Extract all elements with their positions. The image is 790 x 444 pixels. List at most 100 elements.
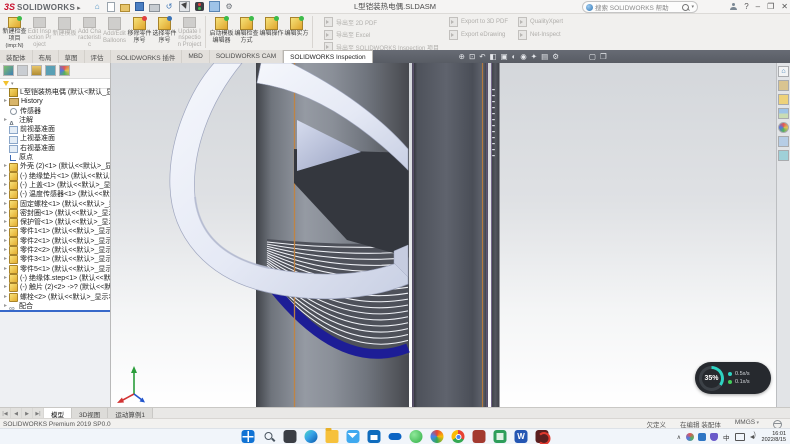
menu-flyout-arrow-icon[interactable]: ▸ [77,4,81,12]
qat-button-icon[interactable] [120,4,130,12]
tray-icon[interactable] [686,433,694,441]
search-icon[interactable] [682,4,689,11]
tree-item[interactable]: 外壳 (2)<1> (默认<<默认>_显示状态 [0,162,110,171]
taskbar-app-icon[interactable] [515,430,528,443]
export-menu-item[interactable]: Net-Inspect [518,30,563,40]
search-box[interactable]: 搜索 SOLIDWORKS 帮助 ▾ [582,1,698,13]
expand-arrow-icon[interactable] [2,200,9,209]
export-menu-item[interactable]: QualityXpert [518,17,563,27]
tree-item[interactable]: (-) 绝缘体.step<1> (默认<<默认>_显 [0,274,110,283]
ribbon-button[interactable]: 启动模板编辑器 [209,15,234,49]
export-menu-item[interactable]: 导出至 Excel [324,30,439,40]
graphics-viewport[interactable]: 35% 0.5x/s 0.1x/s [111,63,777,407]
tree-item[interactable]: 密封圈<1> (默认<<默认>_显示状态 [0,209,110,218]
restore-button[interactable]: ❐ [767,2,774,11]
headsup-icon[interactable]: ⚙ [552,50,559,63]
ribbon-tab[interactable]: MBD [182,50,209,63]
ribbon-button[interactable]: Add Characteristic [77,15,102,49]
expand-arrow-icon[interactable] [2,293,9,302]
headsup-icon[interactable]: ❐ [600,50,607,63]
qat-button-icon[interactable] [93,2,102,11]
taskbar-app-icon[interactable] [263,430,276,443]
headsup-icon[interactable]: ▤ [541,50,548,63]
tree-item[interactable]: History [0,97,110,106]
headsup-icon[interactable]: ◉ [520,50,527,63]
headsup-icon[interactable]: ◐ [512,50,517,63]
taskbar-app-icon[interactable] [452,430,465,443]
panel-tab-icon[interactable] [45,65,56,76]
tree-item[interactable]: 上视基准面 [0,134,110,143]
taskbar-app-icon[interactable] [242,430,255,443]
expand-arrow-icon[interactable] [2,116,9,125]
tree-item[interactable]: 零件3<1> (默认<<默认>_显示状态 [0,255,110,264]
ribbon-tab[interactable]: 装配体 [0,50,33,63]
expand-arrow-icon[interactable] [2,283,9,292]
expand-arrow-icon[interactable] [2,162,9,171]
ribbon-button[interactable]: Add/Edit Balloons [102,15,127,49]
qat-button-icon[interactable] [135,2,144,11]
login-user-icon[interactable] [730,3,737,10]
taskbar-app-icon[interactable] [431,430,444,443]
ribbon-button[interactable]: 编辑实方 [284,15,309,49]
qat-button-icon[interactable] [149,4,160,12]
expand-arrow-icon[interactable] [2,237,9,246]
expand-arrow-icon[interactable] [2,190,9,199]
task-pane-icon[interactable] [778,122,789,133]
ribbon-button[interactable]: 编辑检查方式 [234,15,259,49]
expand-arrow-icon[interactable] [2,265,9,274]
help-button[interactable]: ? [744,2,748,11]
headsup-icon[interactable]: ✦ [531,50,537,63]
ribbon-button[interactable]: 新建检查项目 (imp:N) [2,15,27,49]
ribbon-button[interactable]: 选择零件序号 [152,15,177,49]
task-pane-icon[interactable] [778,80,789,91]
ribbon-tab[interactable]: 评估 [85,50,111,63]
expand-arrow-icon[interactable] [2,255,9,264]
tree-item[interactable]: 螺栓<2> (默认<<默认>_显示状态 [0,293,110,302]
taskbar-app-icon[interactable] [305,430,318,443]
tree-item[interactable]: 前视基准面 [0,125,110,134]
qat-button-icon[interactable] [209,1,220,12]
tree-item[interactable]: 传感器 [0,107,110,116]
tray-icon[interactable] [710,433,718,441]
tree-item[interactable]: (-) 温度传感器<1> (默认<<默认>_显 [0,190,110,199]
tree-item[interactable]: (-) 上盖<1> (默认<<默认>_显示状态 [0,181,110,190]
headsup-icon[interactable]: ⊕ [459,50,465,63]
task-pane-icon[interactable] [778,94,789,105]
expand-arrow-icon[interactable] [2,181,9,190]
panel-tab-icon[interactable] [3,65,14,76]
taskbar-app-icon[interactable] [494,430,507,443]
expand-arrow-icon[interactable] [2,209,9,218]
tree-item[interactable]: 注解 [0,116,110,125]
ribbon-button[interactable]: 移除零件序号 [127,15,152,49]
tree-item[interactable]: 零件2<2> (默认<<默认>_显示状态 [0,246,110,255]
ribbon-button[interactable]: 新建模板 [52,15,77,49]
taskbar-app-icon[interactable] [284,430,297,443]
close-button[interactable]: ✕ [781,2,788,11]
headsup-icon[interactable]: ↶ [479,50,485,63]
expand-arrow-icon[interactable] [2,218,9,227]
ribbon-button[interactable]: Update Inspection Project [177,15,202,49]
ribbon-button[interactable]: Edit Inspection Project [27,15,52,49]
task-pane-icon[interactable] [778,108,789,119]
ime-indicator[interactable]: 中 [723,432,730,442]
ribbon-button[interactable]: 编辑操作 [259,15,284,49]
qat-button-icon[interactable] [179,1,190,12]
tree-item[interactable]: 右视基准面 [0,144,110,153]
taskbar-app-icon[interactable] [389,430,402,443]
taskbar-app-icon[interactable] [536,430,549,443]
taskbar-app-icon[interactable] [410,430,423,443]
filter-dropdown-icon[interactable]: ▾ [11,81,14,87]
search-dropdown-icon[interactable]: ▾ [691,4,694,10]
qat-button-icon[interactable] [225,2,234,11]
ribbon-tab[interactable]: 布局 [33,50,59,63]
expand-arrow-icon[interactable] [2,246,9,255]
ribbon-tab[interactable]: SOLIDWORKS CAM [210,50,283,63]
taskbar-app-icon[interactable] [326,430,339,443]
headsup-icon[interactable]: ◧ [490,50,497,63]
qat-button-icon[interactable] [195,2,204,11]
tree-item[interactable]: (-) 触片 (2)<2> ->? (默认<<默认>_ [0,283,110,292]
tree-item[interactable]: 零件2<1> (默认<<默认>_显示状态 [0,237,110,246]
taskbar-clock[interactable]: 16:01 2022/8/15 [762,431,786,443]
export-menu-item[interactable]: Export eDrawing [449,30,508,40]
tray-icon[interactable] [749,433,757,441]
